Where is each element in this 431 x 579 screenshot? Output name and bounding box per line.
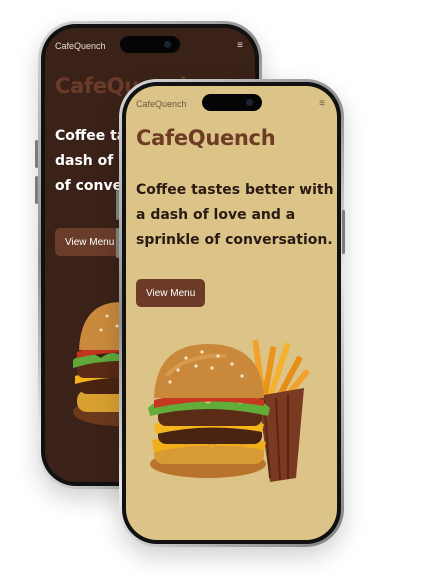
brand-heading: CafeQuench (136, 126, 276, 150)
volume-button (116, 190, 119, 220)
dynamic-island (201, 94, 262, 111)
dynamic-island (120, 36, 180, 53)
phone-bezel: CafeQuench ≡ CafeQuench Coffee tastes be… (122, 82, 341, 544)
phone-mockup-front: CafeQuench ≡ CafeQuench Coffee tastes be… (119, 79, 344, 547)
volume-button (35, 140, 38, 168)
volume-button (35, 176, 38, 204)
hamburger-menu-icon[interactable]: ≡ (237, 41, 243, 51)
tagline: Coffee tastes better with a dash of love… (136, 182, 334, 248)
navbar-title[interactable]: CafeQuench (136, 99, 187, 109)
burger (148, 344, 270, 478)
view-menu-button[interactable]: View Menu (136, 279, 206, 307)
view-menu-button[interactable]: View Menu (55, 228, 125, 256)
power-button (342, 210, 345, 254)
front-screen: CafeQuench ≡ CafeQuench Coffee tastes be… (126, 86, 337, 540)
hamburger-menu-icon[interactable]: ≡ (319, 99, 325, 109)
volume-button (116, 228, 119, 258)
burger-and-fries-image (148, 340, 310, 482)
navbar-title[interactable]: CafeQuench (55, 41, 106, 51)
